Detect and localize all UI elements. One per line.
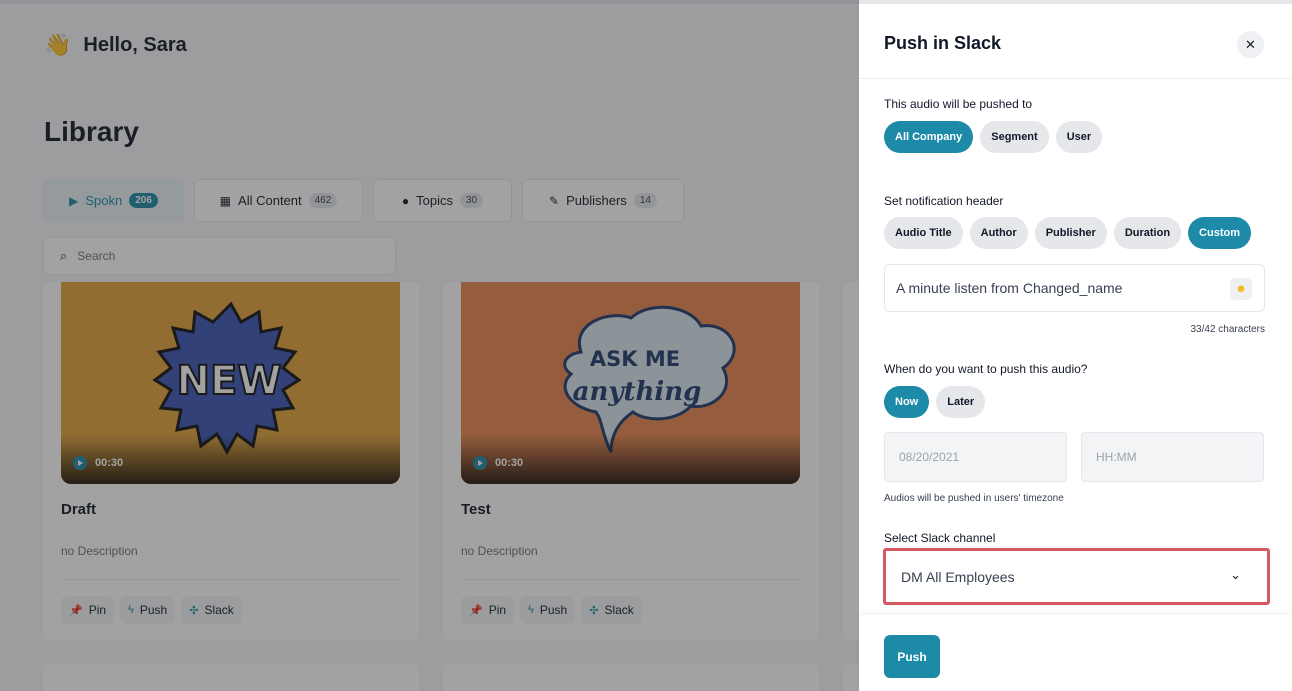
option-audio-title[interactable]: Audio Title bbox=[884, 217, 963, 249]
option-segment[interactable]: Segment bbox=[980, 121, 1049, 153]
option-now[interactable]: Now bbox=[884, 386, 930, 418]
channel-label: Select Slack channel bbox=[884, 531, 996, 545]
time-field[interactable]: HH:MM bbox=[1081, 432, 1264, 482]
push-button[interactable]: Push bbox=[884, 635, 940, 678]
character-counter: 33/42 characters bbox=[1190, 324, 1266, 335]
header-value: A minute listen from Changed_name bbox=[896, 280, 1123, 296]
smiley-icon: ☻ bbox=[1235, 283, 1247, 295]
option-duration[interactable]: Duration bbox=[1113, 217, 1182, 249]
option-custom[interactable]: Custom bbox=[1188, 217, 1251, 249]
notification-header-input[interactable]: A minute listen from Changed_name ☻ bbox=[884, 264, 1265, 312]
drawer-title: Push in Slack bbox=[884, 33, 1002, 53]
push-in-slack-drawer: Push in Slack ✕ This audio will be pushe… bbox=[859, 4, 1292, 691]
option-later[interactable]: Later bbox=[936, 386, 986, 418]
timezone-note: Audios will be pushed in users' timezone bbox=[884, 493, 1064, 504]
date-placeholder: 08/20/2021 bbox=[899, 450, 960, 464]
header-label: Set notification header bbox=[884, 194, 1004, 208]
when-label: When do you want to push this audio? bbox=[884, 362, 1088, 376]
close-button[interactable]: ✕ bbox=[1237, 31, 1264, 58]
option-user[interactable]: User bbox=[1055, 121, 1103, 153]
option-author[interactable]: Author bbox=[969, 217, 1028, 249]
when-options: Now Later bbox=[884, 386, 986, 418]
option-all-company[interactable]: All Company bbox=[884, 121, 974, 153]
drawer-header: Push in Slack ✕ bbox=[859, 4, 1292, 79]
date-field[interactable]: 08/20/2021 bbox=[884, 432, 1067, 482]
emoji-picker-button[interactable]: ☻ bbox=[1230, 278, 1252, 300]
audience-options: All Company Segment User bbox=[884, 121, 1103, 153]
slack-channel-select[interactable]: DM All Employees ⌄ bbox=[883, 548, 1270, 605]
drawer-footer: Push bbox=[859, 615, 1292, 691]
channel-value: DM All Employees bbox=[901, 568, 1015, 585]
audience-label: This audio will be pushed to bbox=[884, 97, 1033, 111]
chevron-down-icon: ⌄ bbox=[1230, 567, 1241, 582]
close-icon: ✕ bbox=[1245, 36, 1256, 52]
header-options: Audio Title Author Publisher Duration Cu… bbox=[884, 217, 1251, 249]
time-placeholder: HH:MM bbox=[1096, 450, 1137, 464]
option-publisher[interactable]: Publisher bbox=[1034, 217, 1107, 249]
modal-backdrop[interactable] bbox=[0, 0, 859, 691]
